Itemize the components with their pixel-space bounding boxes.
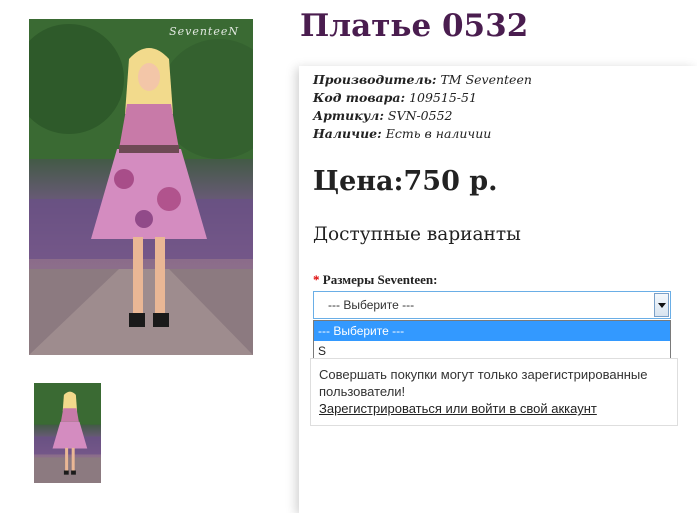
dress-thumbnail-graphic [34, 383, 101, 483]
login-notice-text: Совершать покупки могут только зарегистр… [319, 367, 648, 399]
required-mark: * [313, 272, 320, 287]
code-label: Код товара: [313, 90, 406, 105]
product-info-panel: Производитель: TM Seventeen Код товара: … [299, 66, 697, 513]
product-thumbnail[interactable] [34, 383, 101, 483]
availability-label: Наличие: [313, 126, 382, 141]
size-select-value: --- Выберите --- [328, 298, 415, 312]
watermark-text: SeventeeN [169, 25, 239, 38]
size-label-text: Размеры Seventeen: [322, 272, 438, 287]
login-notice: Совершать покупки могут только зарегистр… [310, 358, 678, 426]
options-title: Доступные варианты [313, 224, 521, 245]
product-meta: Производитель: TM Seventeen Код товара: … [313, 71, 532, 143]
availability-row: Наличие: Есть в наличии [313, 125, 532, 143]
dress-photo-graphic [29, 19, 253, 355]
chevron-down-icon[interactable] [654, 293, 669, 317]
product-price: Цена:750 р. [313, 166, 498, 197]
product-title: Платье 0532 [300, 8, 529, 44]
code-value: 109515-51 [409, 90, 477, 105]
size-dropdown-list: --- Выберите --- S [313, 320, 671, 362]
article-label: Артикул: [313, 108, 384, 123]
size-option-label: * Размеры Seventeen: [313, 272, 437, 288]
manufacturer-row: Производитель: TM Seventeen [313, 71, 532, 89]
login-register-link[interactable]: Зарегистрироваться или войти в свой акка… [319, 401, 597, 416]
dropdown-option-choose[interactable]: --- Выберите --- [314, 321, 670, 341]
manufacturer-label: Производитель: [313, 72, 437, 87]
article-value: SVN-0552 [387, 108, 453, 123]
product-main-image[interactable]: SeventeeN [29, 19, 253, 355]
size-select[interactable]: --- Выберите --- [313, 291, 671, 319]
article-row: Артикул: SVN-0552 [313, 107, 532, 125]
manufacturer-value: TM Seventeen [440, 72, 532, 87]
availability-value: Есть в наличии [385, 126, 492, 141]
code-row: Код товара: 109515-51 [313, 89, 532, 107]
